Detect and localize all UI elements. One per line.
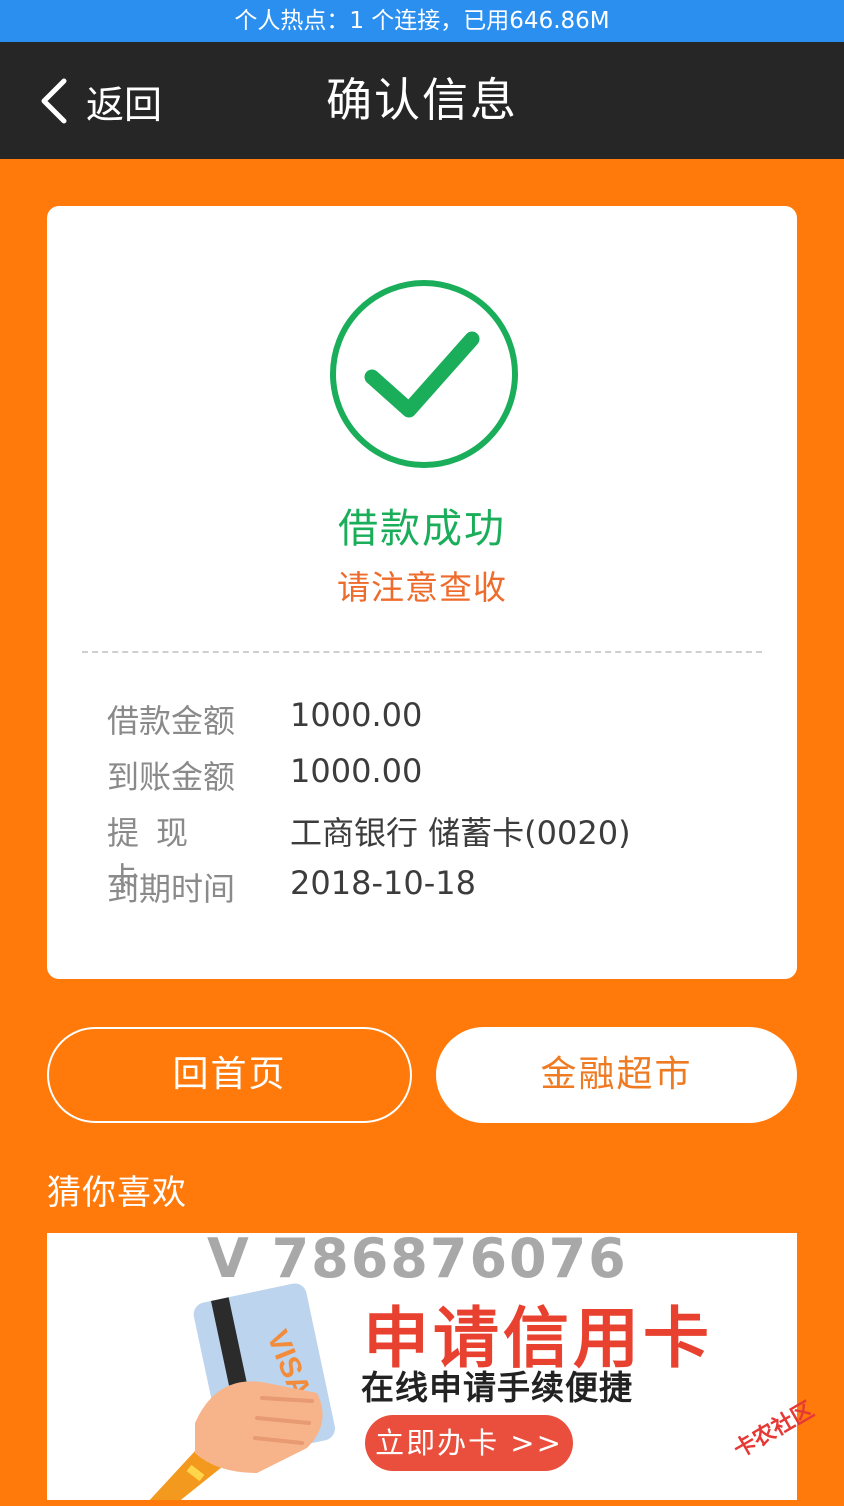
info-row-received-amount: 到账金额 1000.00 bbox=[47, 752, 797, 804]
info-value: 2018-10-18 bbox=[290, 864, 476, 902]
recommend-title: 猜你喜欢 bbox=[47, 1173, 187, 1213]
back-button[interactable]: 返回 bbox=[38, 74, 162, 128]
result-card: 借款成功 请注意查收 借款金额 1000.00 到账金额 1000.00 提现卡… bbox=[47, 206, 797, 979]
chevron-left-icon bbox=[41, 78, 67, 124]
finance-market-button[interactable]: 金融超市 bbox=[436, 1027, 797, 1123]
hand-holding-card-icon: VISA bbox=[149, 1283, 335, 1500]
success-check-icon bbox=[330, 280, 518, 468]
info-row-due-date: 到期时间 2018-10-18 bbox=[47, 864, 797, 916]
banner-watermark: V 786876076 bbox=[207, 1233, 628, 1290]
info-label: 到账金额 bbox=[107, 758, 236, 796]
info-row-loan-amount: 借款金额 1000.00 bbox=[47, 696, 797, 748]
info-label: 到期时间 bbox=[107, 870, 236, 908]
info-value: 工商银行 储蓄卡(0020) bbox=[290, 814, 631, 852]
success-subtitle: 请注意查收 bbox=[337, 568, 507, 607]
back-label: 返回 bbox=[86, 82, 163, 127]
apply-card-button[interactable]: 立即办卡 >> bbox=[365, 1415, 573, 1471]
status-bar: 个人热点：1 个连接，已用646.86M bbox=[0, 0, 844, 42]
info-value: 1000.00 bbox=[290, 696, 423, 734]
banner-subtitle: 在线申请手续便捷 bbox=[361, 1368, 633, 1407]
info-value: 1000.00 bbox=[290, 752, 423, 790]
info-label: 借款金额 bbox=[107, 702, 236, 740]
credit-card-banner[interactable]: VISA V 786876076 申请信用卡 在线申请手续便捷 立即办卡 >> bbox=[47, 1233, 797, 1500]
success-title: 借款成功 bbox=[338, 506, 506, 552]
divider bbox=[82, 651, 762, 653]
nav-bar: 返回 确认信息 bbox=[0, 42, 844, 159]
info-row-withdraw-card: 提现卡 工商银行 储蓄卡(0020) bbox=[47, 808, 797, 898]
home-button[interactable]: 回首页 bbox=[47, 1027, 412, 1123]
